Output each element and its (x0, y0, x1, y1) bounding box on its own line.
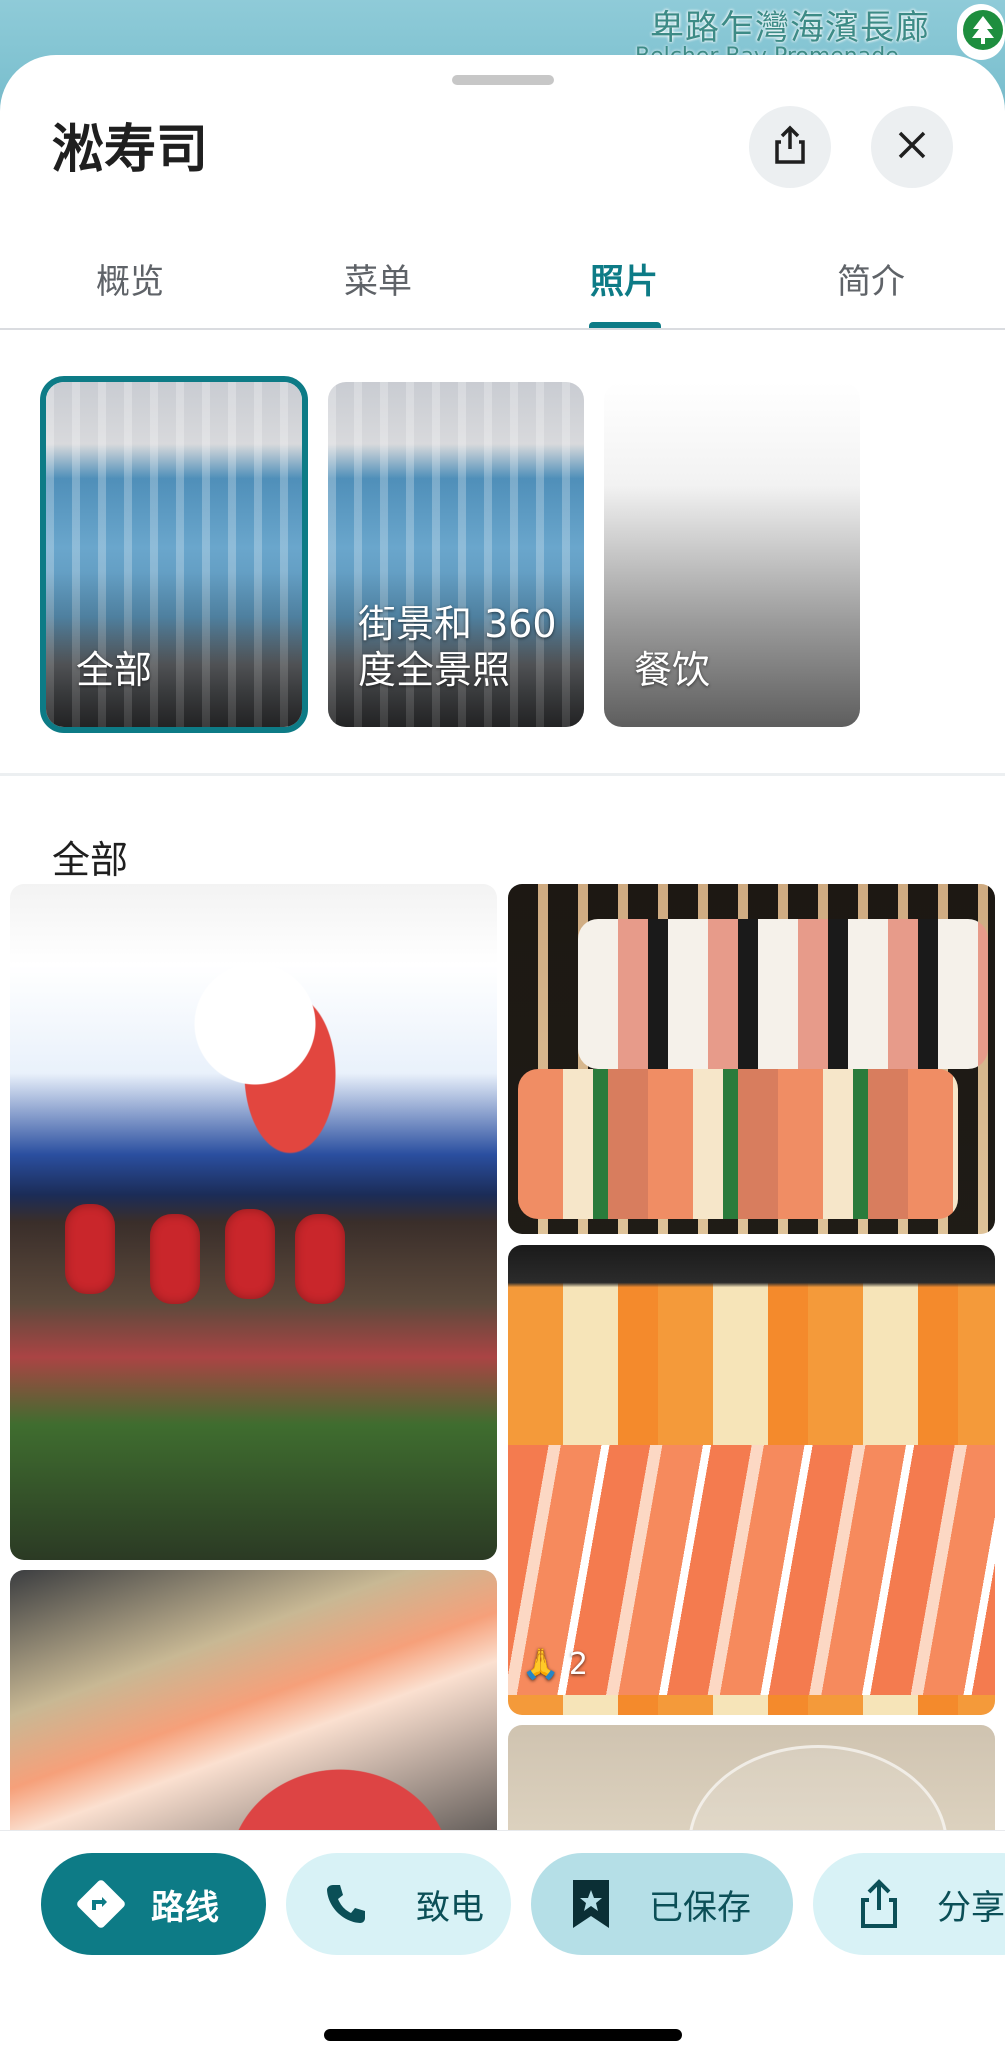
share-button[interactable] (749, 106, 831, 188)
tab-menu[interactable]: 菜单 (288, 240, 468, 324)
category-dining[interactable]: 餐饮 (604, 382, 860, 727)
route-button[interactable]: 路线 (41, 1853, 266, 1955)
saved-bookmark-icon (561, 1874, 621, 1934)
close-icon (896, 129, 928, 165)
clap-icon: 🙏 (522, 1647, 560, 1682)
saved-label: 已保存 (649, 1887, 751, 1928)
category-all[interactable]: 全部 (40, 376, 308, 733)
home-indicator[interactable] (324, 2029, 682, 2041)
share-icon (849, 1874, 909, 1934)
sushi-platter-photo[interactable] (508, 884, 995, 1234)
lantern (295, 1214, 345, 1304)
section-title: 全部 (52, 838, 129, 882)
lantern (225, 1209, 275, 1299)
share-icon (772, 125, 808, 169)
section-divider (0, 773, 1005, 776)
lantern (65, 1204, 115, 1294)
tab-bar: 概览 菜单 照片 简介 (0, 240, 1005, 385)
category-label: 全部 (76, 648, 153, 692)
map-park-pin[interactable] (957, 4, 1005, 60)
call-label: 致电 (416, 1887, 484, 1928)
phone-icon (316, 1874, 376, 1934)
category-label: 餐饮 (634, 648, 711, 692)
route-label: 路线 (151, 1887, 219, 1928)
reaction-badge: 🙏 2 (522, 1647, 588, 1682)
sashimi-photo[interactable]: 🙏 2 (508, 1245, 995, 1715)
tab-about[interactable]: 简介 (781, 240, 961, 324)
close-button[interactable] (871, 106, 953, 188)
tab-photos[interactable]: 照片 (534, 240, 714, 324)
map-place-label: 卑路乍灣海濱長廊 (650, 8, 930, 48)
tab-overview[interactable]: 概览 (40, 240, 220, 324)
category-label: 街景和 360 度全景照 (358, 602, 557, 692)
directions-icon (71, 1874, 131, 1934)
category-street-view[interactable]: 街景和 360 度全景照 (328, 382, 584, 727)
place-sheet: 淞寿司 概览 菜单 照片 简介 全部 街景和 360 度全景照 餐饮 全部 🙏 … (0, 55, 1005, 2062)
call-button[interactable]: 致电 (286, 1853, 511, 1955)
sushi-tray (578, 919, 988, 1069)
tabs-divider (0, 328, 1005, 330)
reaction-count: 2 (568, 1647, 588, 1682)
storefront-photo[interactable] (10, 884, 497, 1560)
sushi-tray (518, 1069, 958, 1219)
share-action-button[interactable]: 分享 (813, 1853, 1005, 1955)
saved-button[interactable]: 已保存 (531, 1853, 793, 1955)
lantern (150, 1214, 200, 1304)
place-title: 淞寿司 (52, 120, 209, 180)
share-label: 分享 (937, 1887, 1005, 1928)
sheet-grabber[interactable] (452, 75, 554, 85)
tree-icon (963, 10, 1003, 50)
